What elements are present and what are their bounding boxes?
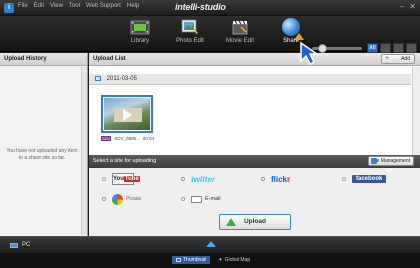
view-audio-button[interactable]	[406, 43, 417, 53]
menu-file[interactable]: File	[18, 3, 28, 9]
upload-list-panel: Upload List + Add 2011-03-05 SDV SDV_080…	[89, 53, 420, 236]
view-video-button[interactable]	[393, 43, 404, 53]
facebook-logo: facebook	[352, 175, 387, 183]
flickr-logo-r: r	[287, 174, 291, 184]
mode-library-label: Library	[130, 38, 150, 44]
tab-thumbnail-label: Thumbnail	[183, 257, 207, 263]
tab-global-map-label: Global Map	[224, 257, 251, 263]
status-bar: Thumbnail ✦ Global Map	[0, 253, 420, 268]
upload-list-scrollbar[interactable]	[412, 67, 420, 155]
window-controls: – ✕	[400, 2, 416, 12]
upload-history-empty-message: You have not uploaded any item to a shar…	[6, 148, 78, 161]
site-youtube[interactable]: YouTube	[102, 173, 140, 185]
minimize-button[interactable]: –	[400, 2, 404, 12]
globe-icon	[282, 18, 304, 40]
mode-movie-edit-label: Movie Edit	[225, 38, 254, 44]
clapper-icon	[232, 20, 248, 35]
youtube-logo: YouTube	[112, 173, 140, 185]
site-management-icon	[371, 158, 377, 164]
play-icon	[123, 109, 132, 121]
site-facebook[interactable]: facebook	[342, 173, 387, 185]
thumbnail-meta: SDV SDV_0805... 00:04	[101, 136, 154, 141]
grid-icon	[176, 258, 181, 262]
add-button-label: Add	[401, 56, 410, 62]
menu-bar: File Edit View Tool Web Support Help	[18, 3, 139, 9]
site-management-button[interactable]: Site Management	[368, 156, 414, 166]
menu-edit[interactable]: Edit	[34, 3, 44, 9]
view-tabs: Thumbnail ✦ Global Map	[172, 256, 254, 264]
mode-photo-edit-label: Photo Edit	[176, 38, 204, 44]
mode-toolbar: Library Photo Edit Movie Edit Share All	[0, 16, 420, 53]
upload-button[interactable]: Upload	[219, 214, 291, 230]
site-selection-section: Select a site for uploading Site Managem…	[89, 155, 420, 236]
menu-help[interactable]: Help	[127, 3, 139, 9]
app-logo: i	[4, 3, 14, 13]
picasa-icon	[112, 193, 123, 205]
site-selection-title: Select a site for uploading	[93, 158, 157, 164]
view-all-button[interactable]: All	[367, 43, 378, 53]
video-thumbnail[interactable]	[101, 95, 153, 133]
tab-thumbnail[interactable]: Thumbnail	[172, 256, 211, 264]
film-icon	[130, 20, 150, 35]
expand-panel-button[interactable]	[206, 241, 216, 247]
mouse-cursor-icon	[300, 41, 320, 65]
radio-youtube[interactable]	[102, 177, 106, 181]
video-badge: SDV	[101, 136, 112, 141]
menu-view[interactable]: View	[50, 3, 63, 9]
date-group-header[interactable]: 2011-03-05	[89, 74, 411, 85]
flickr-logo: flickr	[271, 175, 290, 184]
upload-button-label: Upload	[243, 218, 267, 225]
menu-tool[interactable]: Tool	[69, 3, 80, 9]
upload-list-header: Upload List + Add	[89, 53, 420, 66]
tab-global-map[interactable]: ✦ Global Map	[214, 256, 254, 264]
upload-history-title: Upload History	[0, 53, 87, 66]
calendar-icon	[95, 76, 101, 81]
upload-history-scrollbar[interactable]	[81, 67, 87, 235]
upload-history-panel: Upload History You have not uploaded any…	[0, 53, 88, 236]
device-bar: PC	[0, 236, 420, 253]
radio-twitter[interactable]	[181, 177, 185, 181]
site-picasa[interactable]: Picasa	[102, 193, 141, 205]
plus-icon: +	[385, 55, 390, 62]
email-label: E-mail	[205, 196, 221, 202]
view-photo-button[interactable]	[380, 43, 391, 53]
radio-facebook[interactable]	[342, 177, 346, 181]
mode-movie-edit[interactable]: Movie Edit	[215, 18, 265, 50]
thumbnail-image	[104, 98, 150, 130]
pc-label: PC	[22, 242, 31, 248]
thumbnail-filename: SDV_0805...	[114, 136, 140, 141]
radio-flickr[interactable]	[261, 177, 265, 181]
upload-arrow-icon	[294, 33, 304, 40]
radio-picasa[interactable]	[102, 197, 106, 201]
app-brand: intelli-studio	[175, 2, 226, 12]
upload-arrow-icon	[226, 218, 236, 226]
map-pin-icon: ✦	[218, 257, 223, 263]
upload-list-title: Upload List	[93, 56, 126, 62]
radio-email[interactable]	[181, 197, 185, 201]
mode-library[interactable]: Library	[115, 18, 165, 50]
mode-photo-edit[interactable]: Photo Edit	[165, 18, 215, 50]
site-twitter[interactable]: twitter	[181, 173, 215, 185]
youtube-logo-you: You	[113, 176, 124, 182]
site-email[interactable]: E-mail	[181, 193, 221, 205]
view-buttons: All	[367, 43, 417, 53]
site-selection-header: Select a site for uploading Site Managem…	[89, 155, 420, 168]
site-flickr[interactable]: flickr	[261, 173, 290, 185]
youtube-logo-tube: Tube	[123, 176, 140, 182]
title-bar: i File Edit View Tool Web Support Help i…	[0, 0, 420, 16]
menu-web-support[interactable]: Web Support	[86, 3, 121, 9]
photo-icon	[181, 19, 198, 34]
twitter-logo: twitter	[191, 174, 215, 184]
add-button[interactable]: + Add	[381, 54, 415, 64]
envelope-icon	[191, 195, 202, 203]
flickr-logo-flick: flick	[271, 174, 288, 184]
picasa-label: Picasa	[126, 196, 142, 202]
date-label: 2011-03-05	[106, 76, 137, 83]
thumbnail-duration: 00:04	[142, 136, 155, 141]
monitor-icon	[10, 242, 18, 248]
pc-button[interactable]: PC	[10, 242, 30, 248]
close-button[interactable]: ✕	[409, 2, 416, 12]
